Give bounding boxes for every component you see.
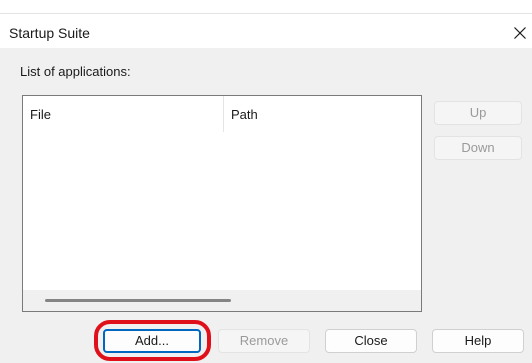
column-header-file[interactable]: File (23, 96, 223, 134)
list-header: File Path (23, 96, 421, 134)
help-button[interactable]: Help (432, 329, 524, 353)
close-window-button[interactable] (508, 21, 532, 45)
close-icon (514, 27, 526, 39)
column-header-path[interactable]: Path (224, 96, 421, 134)
list-rows-area[interactable] (23, 134, 421, 290)
title-bar-separator (0, 13, 532, 14)
window-title: Startup Suite (9, 25, 90, 41)
horizontal-scrollbar-thumb[interactable] (45, 299, 231, 302)
horizontal-scrollbar[interactable] (23, 290, 421, 311)
close-button[interactable]: Close (325, 329, 417, 353)
list-of-applications-label: List of applications: (20, 64, 131, 79)
add-button[interactable]: Add... (103, 329, 201, 353)
remove-button[interactable]: Remove (218, 329, 310, 353)
applications-list[interactable]: File Path (22, 95, 422, 312)
title-bar: Startup Suite (0, 0, 532, 48)
startup-suite-dialog: Startup Suite List of applications: File… (0, 0, 532, 363)
up-button[interactable]: Up (434, 101, 522, 125)
down-button[interactable]: Down (434, 136, 522, 160)
